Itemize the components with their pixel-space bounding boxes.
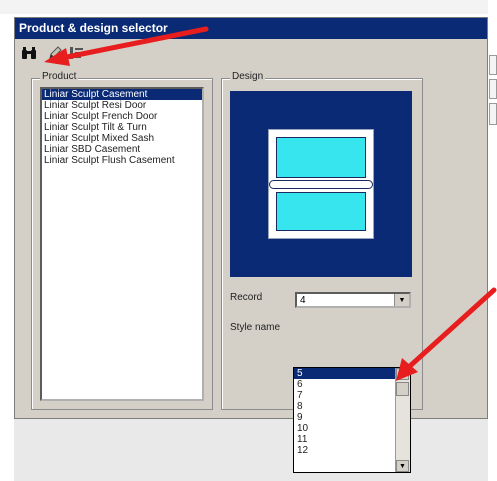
pencil-icon[interactable] — [45, 43, 65, 63]
dropdown-option[interactable]: 6 — [294, 379, 410, 390]
record-label: Record — [230, 292, 263, 303]
design-group-label: Design — [230, 71, 266, 82]
list-item[interactable]: Liniar Sculpt Resi Door — [42, 100, 202, 111]
record-dropdown-list[interactable]: 5 6 7 8 9 10 11 12 ▲ ▼ — [293, 367, 411, 473]
toolbar — [15, 41, 487, 65]
dropdown-scrollbar[interactable]: ▲ ▼ — [395, 368, 410, 472]
chevron-down-icon[interactable]: ▼ — [394, 294, 409, 306]
list-item[interactable]: Liniar SBD Casement — [42, 144, 202, 155]
design-preview — [230, 91, 412, 277]
dropdown-option[interactable]: 8 — [294, 401, 410, 412]
background-strip — [0, 0, 497, 14]
design-group: Design Record 4 ▼ Style name — [221, 71, 423, 410]
product-design-selector-window: Product & design selector Product Liniar… — [14, 17, 488, 419]
background-side-controls — [489, 55, 497, 125]
list-item[interactable]: Liniar Sculpt Casement — [42, 89, 202, 100]
window-frame-drawing — [268, 129, 374, 239]
dropdown-option[interactable]: 11 — [294, 434, 410, 445]
scroll-down-icon[interactable]: ▼ — [396, 460, 409, 472]
record-value: 4 — [300, 295, 306, 306]
top-glass-pane — [276, 137, 366, 178]
dropdown-option[interactable]: 5 — [294, 368, 410, 379]
dropdown-option[interactable]: 12 — [294, 445, 410, 456]
list-item[interactable]: Liniar Sculpt Flush Casement — [42, 155, 202, 166]
list-item[interactable]: Liniar Sculpt Tilt & Turn — [42, 122, 202, 133]
list-item[interactable]: Liniar Sculpt French Door — [42, 111, 202, 122]
record-combo[interactable]: 4 ▼ — [295, 292, 411, 308]
window-shadow — [14, 419, 488, 481]
scroll-up-icon[interactable]: ▲ — [396, 368, 409, 380]
scroll-thumb[interactable] — [396, 382, 409, 396]
dropdown-option[interactable]: 7 — [294, 390, 410, 401]
bottom-glass-pane — [276, 192, 366, 231]
list-item[interactable]: Liniar Sculpt Mixed Sash — [42, 133, 202, 144]
list-icon[interactable] — [67, 43, 87, 63]
product-group-label: Product — [40, 71, 79, 82]
transom-bar — [269, 180, 373, 189]
window-title: Product & design selector — [15, 18, 487, 39]
binoculars-icon[interactable] — [19, 43, 39, 63]
product-group: Product Liniar Sculpt Casement Liniar Sc… — [31, 71, 213, 410]
style-name-label: Style name — [230, 322, 281, 333]
product-list[interactable]: Liniar Sculpt Casement Liniar Sculpt Res… — [40, 87, 204, 401]
dropdown-option[interactable]: 10 — [294, 423, 410, 434]
dropdown-option[interactable]: 9 — [294, 412, 410, 423]
